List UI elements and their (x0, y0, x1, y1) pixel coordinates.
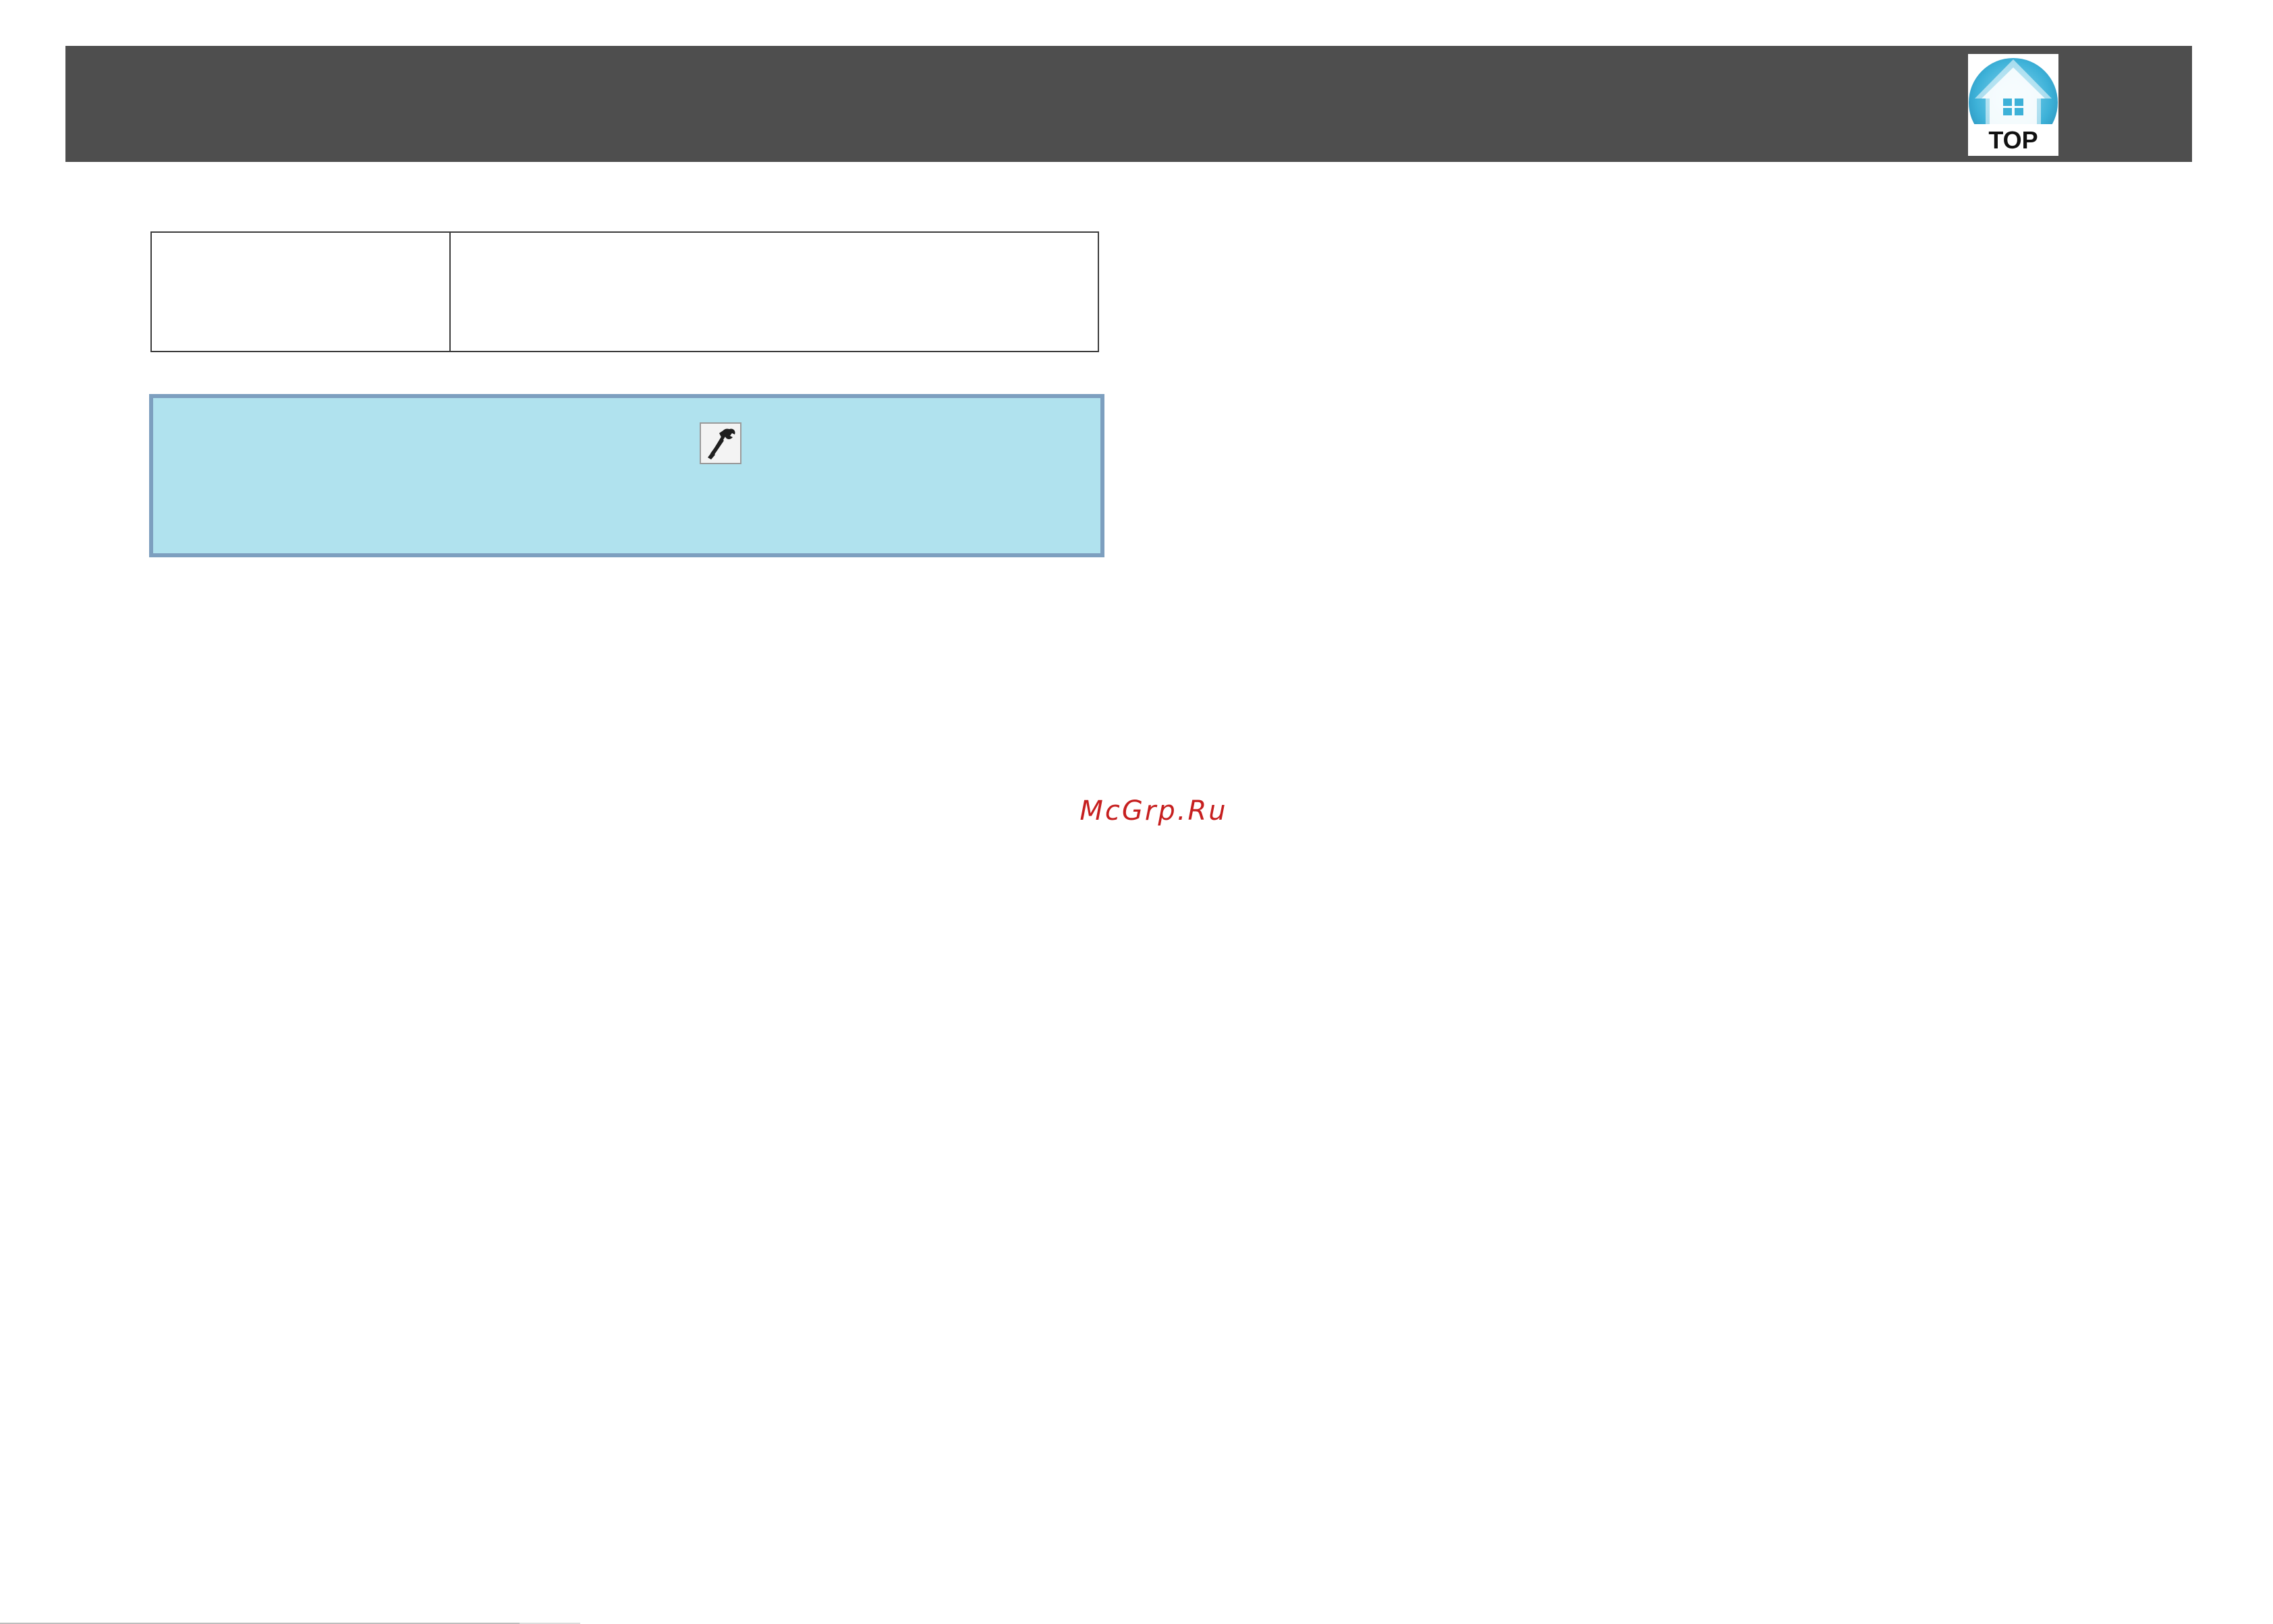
page-header-bar (65, 46, 2192, 162)
note-box (149, 394, 1104, 557)
top-button[interactable]: TOP (1968, 54, 2058, 156)
tools-icon (700, 422, 741, 464)
top-button-label: TOP (1988, 126, 2038, 154)
table-cell-value (449, 231, 1099, 352)
info-table (150, 231, 1099, 352)
table-row (150, 231, 1099, 352)
table-cell-label (150, 231, 451, 352)
watermark-text: McGrp.Ru (1079, 795, 1228, 827)
